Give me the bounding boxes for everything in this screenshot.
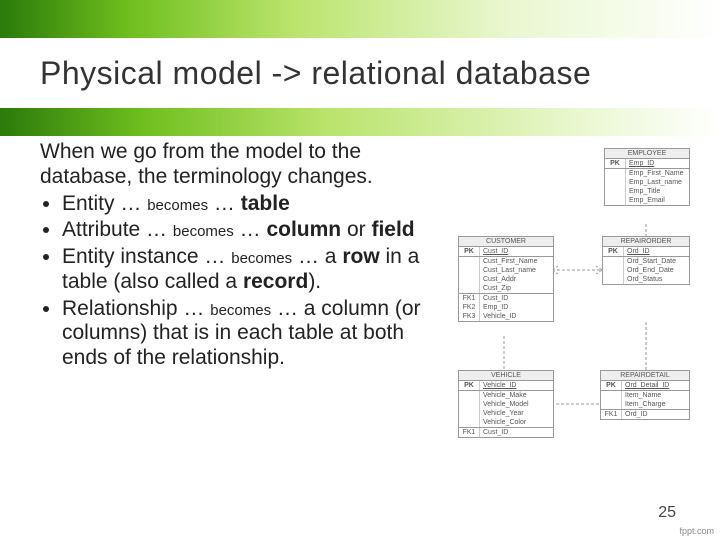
bullet-item: Relationship … becomes … a column (or co…: [62, 297, 440, 371]
slide-title: Physical model -> relational database: [40, 55, 690, 92]
er-entity-repairorder: REPAIRORDERPKOrd_IDOrd_Start_DateOrd_End…: [602, 236, 690, 285]
er-entity-customer: CUSTOMERPKCust_IDCust_First_NameCust_Las…: [458, 236, 554, 322]
bullet-item: Entity instance … becomes … a row in a t…: [62, 245, 440, 295]
footer-logo: fppt.com: [679, 526, 714, 536]
er-entity-employee: EMPLOYEEPKEmp_IDEmp_First_NameEmp_Last_n…: [604, 148, 690, 206]
er-diagram: EMPLOYEEPKEmp_IDEmp_First_NameEmp_Last_n…: [454, 148, 690, 468]
er-entity-repairdetail: REPAIRDETAILPKOrd_Detail_IDItem_NameItem…: [600, 370, 690, 420]
page-number: 25: [658, 504, 676, 522]
slide: Physical model -> relational database Wh…: [0, 0, 720, 540]
bullet-item: Attribute … becomes … column or field: [62, 218, 440, 243]
er-entity-vehicle: VEHICLEPKVehicle_IDVehicle_MakeVehicle_M…: [458, 370, 554, 438]
intro-paragraph: When we go from the model to the databas…: [40, 140, 440, 190]
top-banner: [0, 0, 720, 38]
body-text: When we go from the model to the databas…: [40, 140, 440, 373]
bullet-list: Entity … becomes … tableAttribute … beco…: [40, 192, 440, 371]
title-underline: [0, 108, 720, 136]
bullet-item: Entity … becomes … table: [62, 192, 440, 217]
